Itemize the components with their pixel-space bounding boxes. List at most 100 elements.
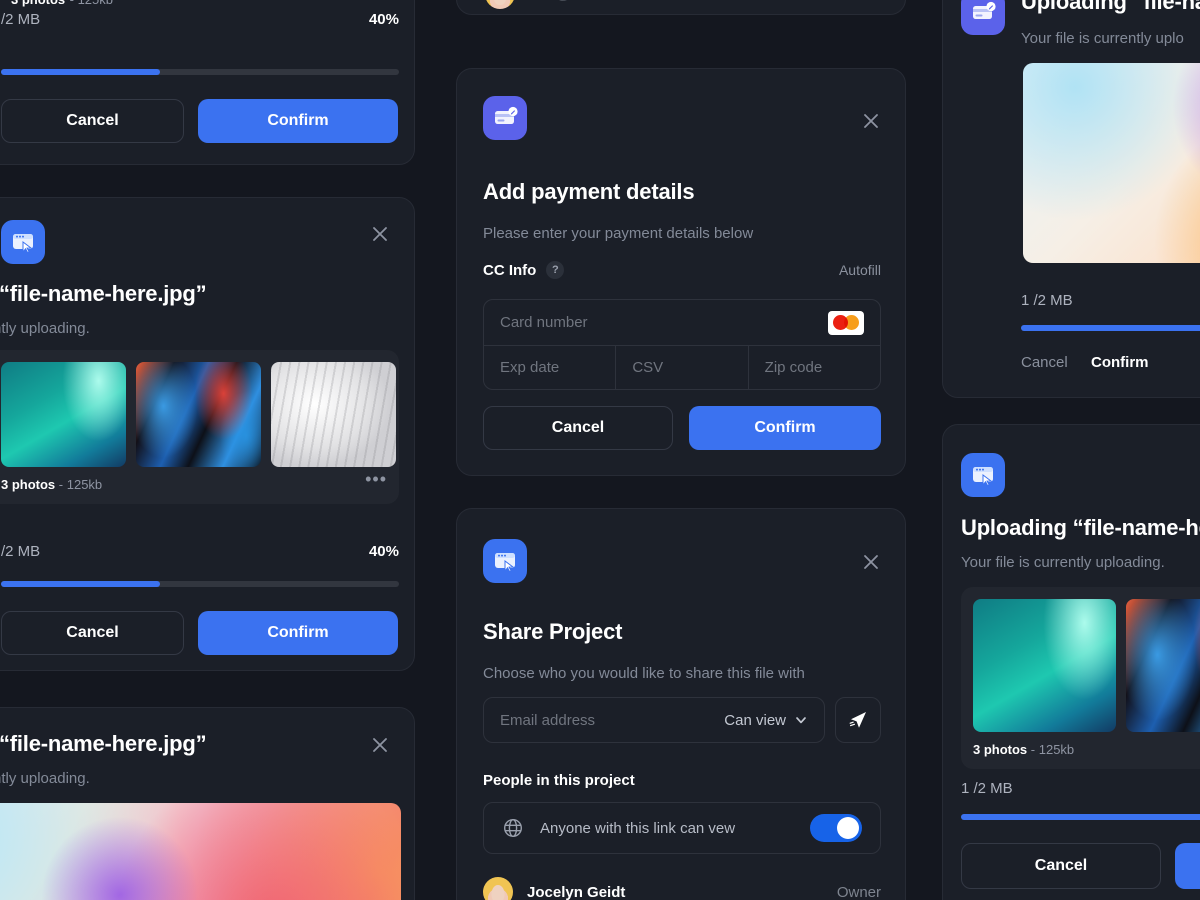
exp-date-input[interactable]: Exp date: [484, 346, 615, 389]
upload-card-top-right: Uploading “file-name-h Your file is curr…: [942, 0, 1200, 398]
close-icon[interactable]: [368, 222, 392, 246]
thumbnail-group: 3 photos - 125kb: [961, 587, 1200, 769]
people-section-title: People in this project: [483, 772, 635, 789]
email-input[interactable]: Email address: [500, 712, 724, 729]
progress-bar-top-left: [1, 69, 399, 75]
thumbnail-image[interactable]: [1126, 599, 1200, 732]
thumbnail-image[interactable]: [1, 362, 126, 467]
cancel-button[interactable]: Cancel: [1, 99, 184, 143]
person-role: Owner: [836, 883, 881, 900]
upload-card-mid-left: ploading “file-name-here.jpg” ur file is…: [0, 197, 415, 671]
thumb-size: - 125kb: [70, 0, 113, 7]
globe-icon: [503, 818, 523, 838]
public-link-toggle[interactable]: [810, 814, 862, 842]
share-people-card-top-mid: whit@outlook.com: [456, 0, 906, 15]
confirm-button[interactable]: Confirm: [198, 99, 398, 143]
toggle-knob: [837, 817, 859, 839]
upload-size: 1 /2 MB: [1021, 292, 1073, 309]
share-window-icon: [961, 453, 1005, 497]
upload-card-bottom-right: Uploading “file-name-here.jpg” Your file…: [942, 424, 1200, 900]
upload-card-top-left: 3 photos - 125kb /2 MB 40% Cancel Confir…: [0, 0, 415, 165]
thumbnail-image[interactable]: [136, 362, 261, 467]
share-project-card: Share Project Choose who you would like …: [456, 508, 906, 900]
avatar: [485, 0, 515, 9]
credit-card-fields: Card number Exp date CSV Zip code: [483, 299, 881, 390]
permission-dropdown[interactable]: Can view: [724, 712, 808, 729]
close-icon[interactable]: [859, 550, 883, 574]
credit-card-edit-icon: [483, 96, 527, 140]
card-number-row[interactable]: Card number: [484, 300, 880, 345]
progress-meta-top-left: /2 MB 40%: [1, 11, 399, 28]
send-button[interactable]: [835, 697, 881, 743]
card-subtitle: Please enter your payment details below: [483, 225, 754, 242]
cancel-button[interactable]: Cancel: [1, 611, 184, 655]
upload-percent: 40%: [368, 11, 399, 28]
mastercard-yellow-circle: [844, 315, 859, 330]
cc-info-label-row: CC Info ? Autofill: [483, 261, 881, 279]
cc-info-label: CC Info ?: [483, 261, 565, 279]
thumb-caption-top-left: 3 photos - 125kb: [11, 0, 401, 9]
upload-size: /2 MB: [1, 11, 41, 28]
card-number-input[interactable]: Card number: [500, 314, 828, 331]
card-title: ploading “file-name-here.jpg”: [0, 281, 207, 306]
progress-fill: [1, 69, 161, 75]
thumb-count: 3 photos: [11, 0, 65, 7]
cancel-button[interactable]: Cancel: [1021, 354, 1068, 371]
public-link-row[interactable]: Anyone with this link can vew: [483, 802, 881, 854]
thumb-caption: 3 photos - 125kb: [973, 742, 1200, 757]
autofill-link[interactable]: Autofill: [839, 262, 881, 278]
card-subtitle: Choose who you would like to share this …: [483, 665, 805, 682]
progress-bar-top-right: [1021, 325, 1200, 331]
thumbnail-group: 3 photos - 125kb •••: [0, 350, 399, 504]
upload-size: /2 MB: [1, 543, 41, 560]
csv-input[interactable]: CSV: [615, 346, 747, 389]
upload-size: 1 /2 MB: [961, 780, 1013, 797]
image-preview[interactable]: [1023, 63, 1200, 263]
share-window-icon: [1, 220, 45, 264]
public-link-label: Anyone with this link can vew: [540, 819, 736, 837]
avatar: [483, 877, 513, 900]
thumbnail-row: [973, 599, 1200, 732]
confirm-button[interactable]: Confirm: [1091, 354, 1149, 371]
zip-code-input[interactable]: Zip code: [747, 346, 880, 389]
person-row: Jocelyn Geidt Owner: [483, 877, 881, 900]
confirm-button[interactable]: Confirm: [689, 406, 881, 450]
card-title: ploading “file-name-here.jpg”: [0, 731, 207, 756]
share-input-row: Email address Can view: [483, 697, 881, 743]
thumbnail-image[interactable]: [271, 362, 396, 467]
thumb-size: - 125kb: [58, 477, 103, 492]
card-subtitle: ur file is currently uploading.: [0, 320, 90, 337]
thumb-caption: 3 photos - 125kb: [1, 477, 102, 492]
thumbnail-row: [1, 362, 396, 467]
progress-bar-bottom-right: [961, 814, 1200, 820]
card-subtitle: Your file is currently uplo: [1021, 30, 1184, 47]
mastercard-icon: [828, 310, 864, 335]
more-options-icon[interactable]: •••: [365, 469, 387, 490]
thumb-caption-row: 3 photos - 125kb •••: [1, 467, 387, 492]
progress-bar-mid-left: [1, 581, 399, 587]
thumbnail-image[interactable]: [973, 599, 1116, 732]
thumb-count: 3 photos: [1, 477, 56, 492]
cancel-button[interactable]: Cancel: [483, 406, 673, 450]
help-icon[interactable]: ?: [546, 261, 565, 279]
card-title: Share Project: [483, 619, 623, 644]
cc-info-text: CC Info: [483, 261, 537, 279]
progress-fill: [1, 581, 161, 587]
upload-card-bottom-left: ploading “file-name-here.jpg” ur file is…: [0, 707, 415, 900]
cancel-button[interactable]: Cancel: [961, 843, 1161, 889]
close-icon[interactable]: [859, 109, 883, 133]
chevron-down-icon: [796, 717, 806, 724]
card-detail-row: Exp date CSV Zip code: [484, 345, 880, 389]
thumb-size: - 125kb: [1030, 742, 1075, 757]
confirm-button[interactable]: Confirm: [198, 611, 398, 655]
progress-fill: [1021, 325, 1200, 331]
progress-meta-mid-left: /2 MB 40%: [1, 543, 399, 560]
person-row: whit@outlook.com: [485, 0, 652, 9]
payment-card: Add payment details Please enter your pa…: [456, 68, 906, 476]
card-subtitle: Your file is currently uploading.: [961, 554, 1165, 571]
email-field[interactable]: Email address Can view: [483, 697, 825, 743]
confirm-button[interactable]: [1175, 843, 1200, 889]
screen: 3 photos - 125kb /2 MB 40% Cancel Confir…: [0, 0, 1200, 900]
person-email: whit@outlook.com: [529, 0, 652, 3]
video-preview[interactable]: [0, 803, 401, 900]
